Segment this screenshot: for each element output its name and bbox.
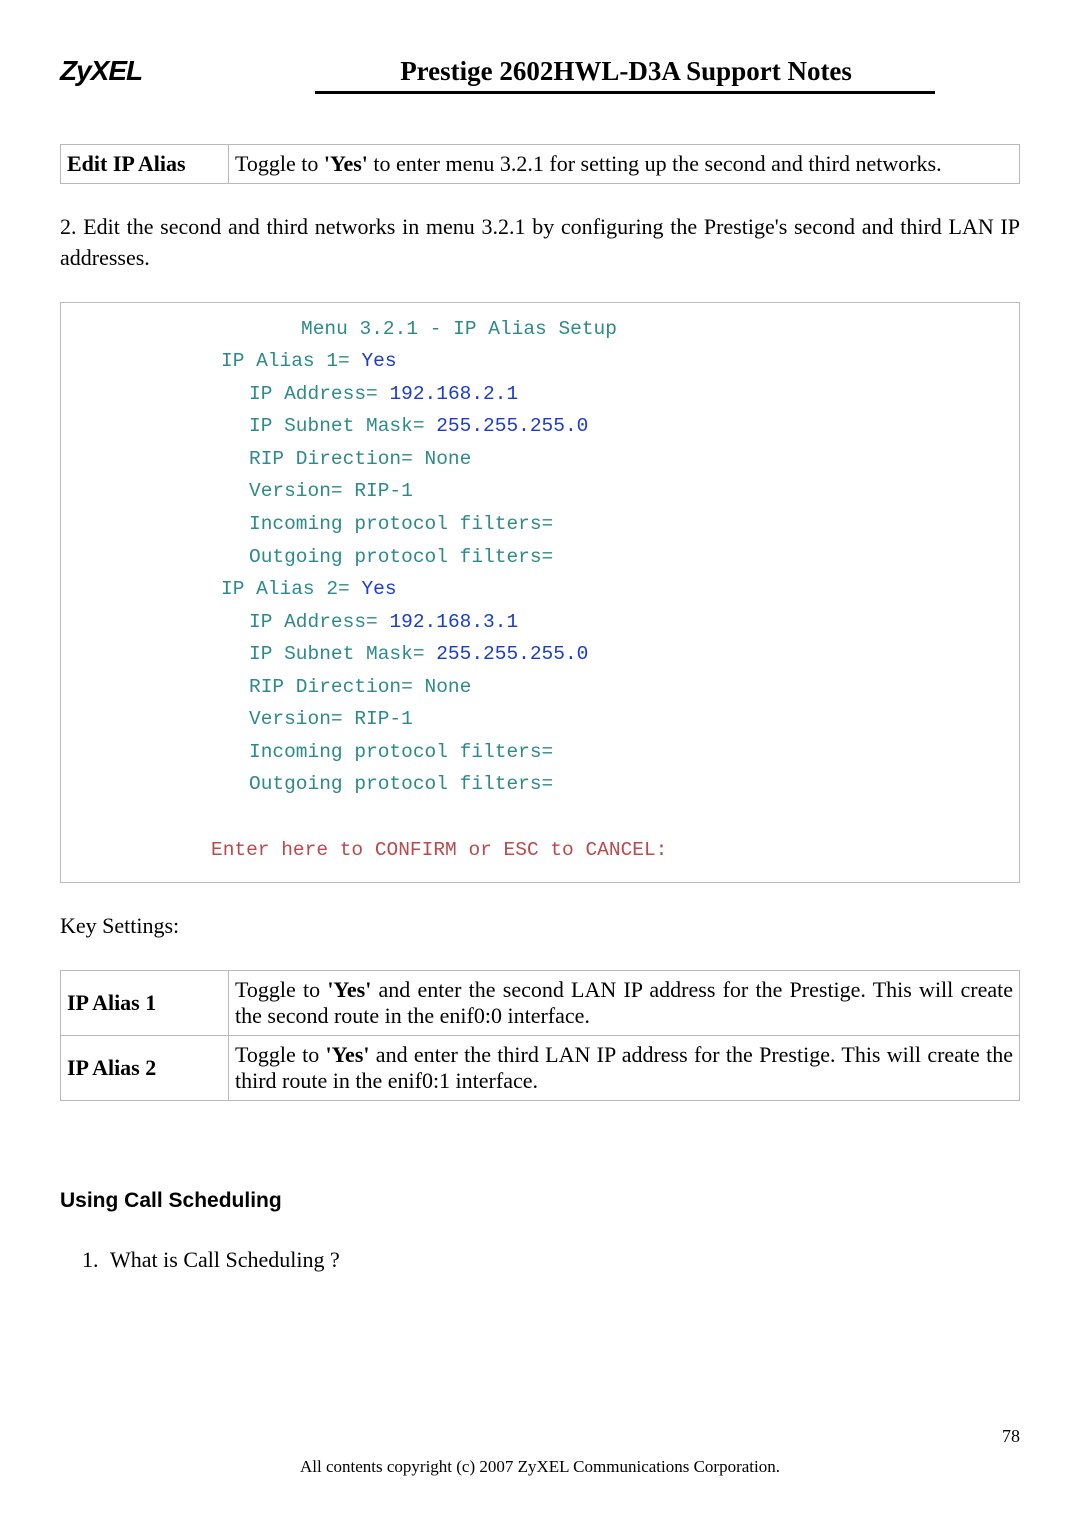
terminal-line: RIP Direction= None bbox=[91, 671, 989, 704]
value: Yes bbox=[361, 578, 396, 600]
key-settings-label: Key Settings: bbox=[60, 911, 1020, 942]
terminal-line: Incoming protocol filters= bbox=[91, 736, 989, 769]
label: IP Alias 1= bbox=[221, 350, 361, 372]
terminal-line: IP Address= 192.168.2.1 bbox=[91, 378, 989, 411]
page-header: ZyXEL Prestige 2602HWL-D3A Support Notes bbox=[60, 55, 1020, 87]
table-row: IP Alias 2 Toggle to 'Yes' and enter the… bbox=[61, 1035, 1020, 1100]
terminal-line: RIP Direction= None bbox=[91, 443, 989, 476]
page-number: 78 bbox=[1002, 1426, 1020, 1447]
value: 192.168.3.1 bbox=[389, 611, 518, 633]
terminal-output: Menu 3.2.1 - IP Alias Setup IP Alias 1= … bbox=[60, 302, 1020, 884]
terminal-line: IP Subnet Mask= 255.255.255.0 bbox=[91, 638, 989, 671]
terminal-line: Incoming protocol filters= bbox=[91, 508, 989, 541]
label: IP Subnet Mask= bbox=[249, 643, 436, 665]
text: to enter menu 3.2.1 for setting up the s… bbox=[368, 151, 942, 176]
label: IP Address= bbox=[249, 611, 389, 633]
terminal-line: Outgoing protocol filters= bbox=[91, 768, 989, 801]
table-row: Edit IP Alias Toggle to 'Yes' to enter m… bbox=[61, 145, 1020, 184]
paragraph: 2. Edit the second and third networks in… bbox=[60, 212, 1020, 274]
header-rule bbox=[315, 91, 935, 94]
cell-key: IP Alias 2 bbox=[61, 1035, 229, 1100]
terminal-line: Version= RIP-1 bbox=[91, 475, 989, 508]
numbered-list: What is Call Scheduling ? bbox=[78, 1247, 1020, 1273]
cell-key: IP Alias 1 bbox=[61, 970, 229, 1035]
section-heading: Using Call Scheduling bbox=[60, 1189, 1020, 1213]
copyright-footer: All contents copyright (c) 2007 ZyXEL Co… bbox=[0, 1457, 1080, 1477]
label: IP Alias 2= bbox=[221, 578, 361, 600]
terminal-line: Outgoing protocol filters= bbox=[91, 541, 989, 574]
terminal-line: IP Alias 2= Yes bbox=[91, 573, 989, 606]
terminal-line: IP Alias 1= Yes bbox=[91, 345, 989, 378]
cell-key: Edit IP Alias bbox=[61, 145, 229, 184]
terminal-title: Menu 3.2.1 - IP Alias Setup bbox=[91, 313, 989, 346]
label: IP Subnet Mask= bbox=[249, 415, 436, 437]
terminal-line: IP Address= 192.168.3.1 bbox=[91, 606, 989, 639]
terminal-prompt: Enter here to CONFIRM or ESC to CANCEL: bbox=[91, 834, 989, 867]
table-row: IP Alias 1 Toggle to 'Yes' and enter the… bbox=[61, 970, 1020, 1035]
bold-text: 'Yes' bbox=[326, 1042, 370, 1067]
edit-ip-alias-table: Edit IP Alias Toggle to 'Yes' to enter m… bbox=[60, 144, 1020, 184]
cell-desc: Toggle to 'Yes' and enter the second LAN… bbox=[229, 970, 1020, 1035]
text: Toggle to bbox=[235, 1042, 326, 1067]
value: 192.168.2.1 bbox=[389, 383, 518, 405]
value: 255.255.255.0 bbox=[436, 415, 588, 437]
cell-desc: Toggle to 'Yes' and enter the third LAN … bbox=[229, 1035, 1020, 1100]
cell-desc: Toggle to 'Yes' to enter menu 3.2.1 for … bbox=[229, 145, 1020, 184]
terminal-line: IP Subnet Mask= 255.255.255.0 bbox=[91, 410, 989, 443]
bold-text: 'Yes' bbox=[324, 151, 368, 176]
brand-logo: ZyXEL bbox=[60, 55, 142, 87]
terminal-line: Version= RIP-1 bbox=[91, 703, 989, 736]
key-settings-table: IP Alias 1 Toggle to 'Yes' and enter the… bbox=[60, 970, 1020, 1101]
list-item: What is Call Scheduling ? bbox=[104, 1247, 1020, 1273]
text: Toggle to bbox=[235, 151, 324, 176]
text: Toggle to bbox=[235, 977, 327, 1002]
bold-text: 'Yes' bbox=[327, 977, 371, 1002]
label: IP Address= bbox=[249, 383, 389, 405]
document-title: Prestige 2602HWL-D3A Support Notes bbox=[142, 56, 1020, 87]
value: 255.255.255.0 bbox=[436, 643, 588, 665]
value: Yes bbox=[361, 350, 396, 372]
